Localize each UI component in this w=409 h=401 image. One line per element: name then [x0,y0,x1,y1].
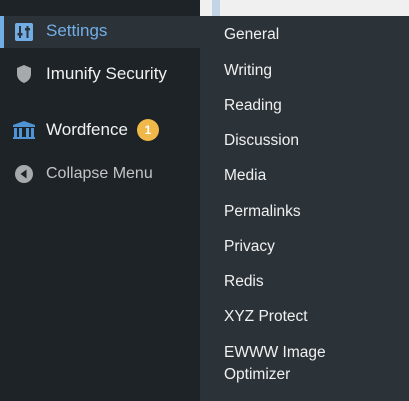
sidebar-item-imunify-security[interactable]: Imunify Security [0,58,200,90]
shield-icon [12,62,36,86]
submenu-item-discussion[interactable]: Discussion [224,130,404,152]
current-item-indicator [0,16,4,48]
sidebar-item-label: Wordfence [46,120,128,139]
sidebar-item-label: Settings [46,21,108,40]
submenu-item-reading[interactable]: Reading [224,95,404,117]
submenu-item-general[interactable]: General [224,24,404,46]
admin-screen: Settings Imunify Security Wordfence 1 Co… [0,0,409,401]
submenu-item-redis[interactable]: Redis [224,271,404,293]
collapse-menu-button[interactable]: Collapse Menu [0,158,200,190]
wordfence-logo-icon [12,118,36,142]
submenu-item-ewww-image-optimizer[interactable]: EWWW Image Optimizer [224,342,344,386]
sidebar-item-label: Collapse Menu [46,165,153,182]
sidebar-item-wordfence[interactable]: Wordfence 1 [0,114,200,146]
settings-flyout-submenu: General Writing Reading Discussion Media… [200,16,409,401]
sidebar-item-settings[interactable]: Settings [0,16,200,48]
update-count-badge: 1 [137,119,159,141]
admin-sidebar: Settings Imunify Security Wordfence 1 Co… [0,0,200,401]
submenu-item-privacy[interactable]: Privacy [224,236,404,258]
submenu-item-permalinks[interactable]: Permalinks [224,201,404,223]
settings-sliders-icon [12,20,36,44]
sidebar-item-label: Imunify Security [46,64,167,83]
submenu-item-xyz-protect[interactable]: XYZ Protect [224,306,404,328]
collapse-arrow-icon [12,162,36,186]
submenu-pointer-arrow [192,24,200,40]
submenu-item-media[interactable]: Media [224,165,404,187]
submenu-item-writing[interactable]: Writing [224,60,404,82]
